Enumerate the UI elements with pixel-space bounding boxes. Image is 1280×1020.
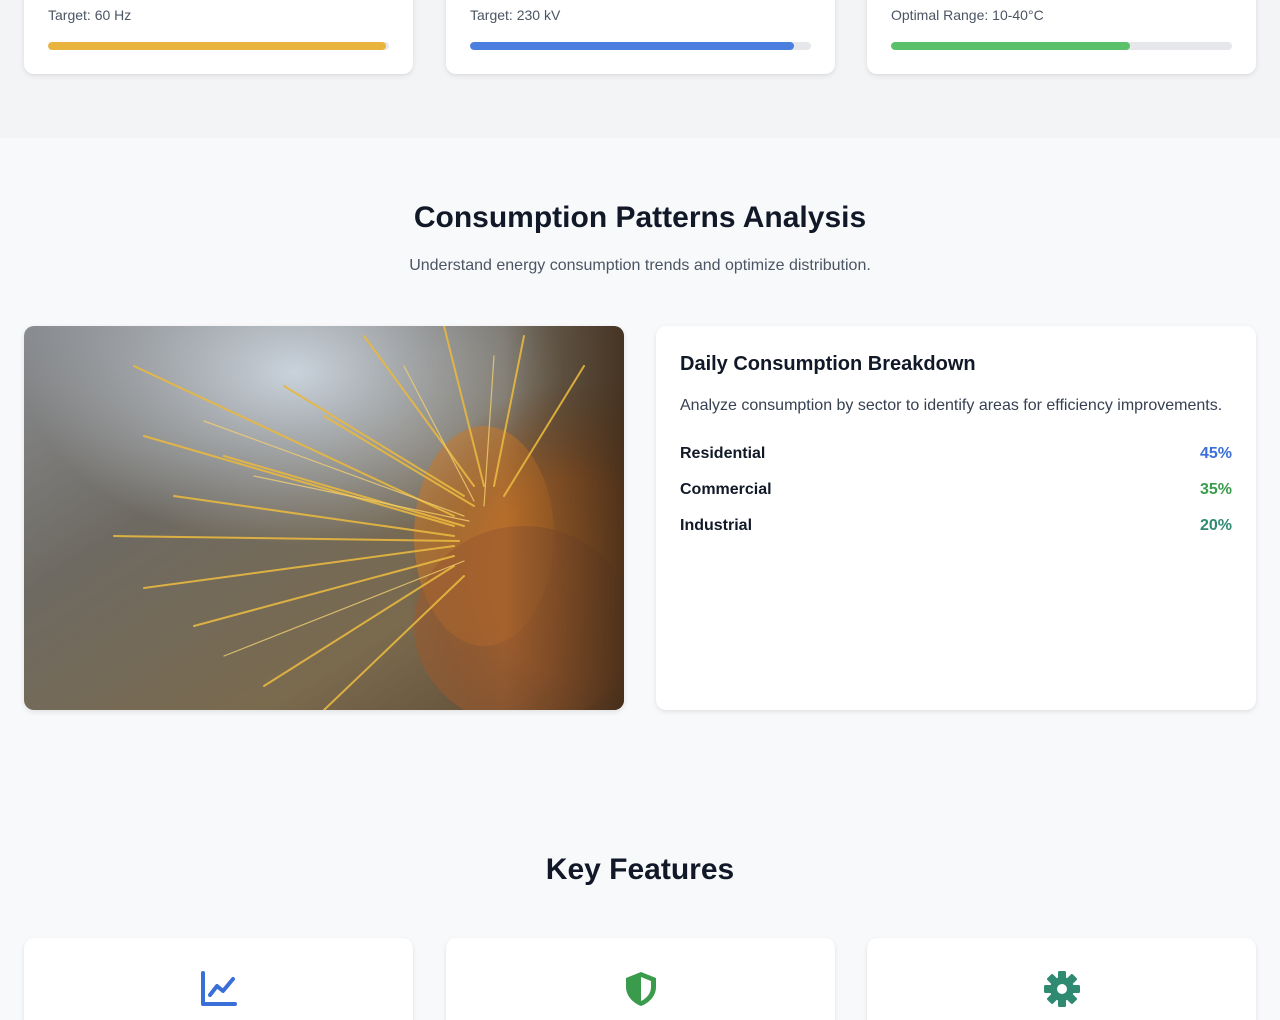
progress-fill <box>891 42 1130 50</box>
progress-bar <box>470 42 811 50</box>
shield-icon <box>626 972 656 1006</box>
sector-name: Commercial <box>680 481 772 498</box>
card-title: Daily Consumption Breakdown <box>680 353 976 375</box>
metric-target: Target: 230 kV <box>470 7 561 23</box>
feature-card-analytics <box>24 938 413 1020</box>
progress-fill <box>48 42 386 50</box>
sector-value: 20% <box>1199 517 1232 534</box>
metric-target: Optimal Range: 10-40°C <box>891 7 1044 23</box>
feature-card-security <box>446 938 835 1020</box>
sector-row-commercial: Commercial 35% <box>680 479 1232 501</box>
card-description: Analyze consumption by sector to identif… <box>680 397 1223 414</box>
progress-bar <box>891 42 1232 50</box>
progress-fill <box>470 42 794 50</box>
gear-icon <box>1044 971 1080 1007</box>
sector-row-industrial: Industrial 20% <box>680 515 1232 537</box>
frequency-metric-card: Target: 60 Hz <box>24 0 413 74</box>
features-section-title: Key Features <box>545 853 735 886</box>
feature-card-settings <box>867 938 1256 1020</box>
consumption-section-title: Consumption Patterns Analysis <box>413 201 867 234</box>
consumption-section-subtitle: Understand energy consumption trends and… <box>409 257 871 274</box>
daily-consumption-card: Daily Consumption Breakdown Analyze cons… <box>656 326 1256 710</box>
sector-row-residential: Residential 45% <box>680 443 1232 465</box>
voltage-metric-card: Target: 230 kV <box>446 0 835 74</box>
cactus-photo <box>24 326 624 710</box>
temperature-metric-card: Optimal Range: 10-40°C <box>867 0 1256 74</box>
progress-bar <box>48 42 389 50</box>
sector-name: Residential <box>680 445 766 462</box>
sector-name: Industrial <box>680 517 753 534</box>
chart-line-icon <box>201 971 237 1006</box>
sector-value: 35% <box>1199 481 1232 498</box>
metric-target: Target: 60 Hz <box>48 7 132 23</box>
sector-value: 45% <box>1199 445 1232 462</box>
metrics-section: Target: 60 Hz Target: 230 kV Optimal Ran… <box>0 0 1280 138</box>
